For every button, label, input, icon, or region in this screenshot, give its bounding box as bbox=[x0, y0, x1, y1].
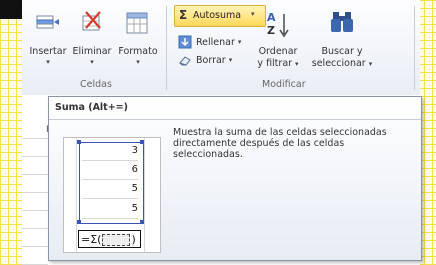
tooltip-title: Suma (Alt+=) bbox=[55, 102, 128, 113]
clear-button[interactable]: Borrar ▾ bbox=[178, 52, 232, 68]
svg-text:Z: Z bbox=[267, 24, 275, 37]
group-separator bbox=[166, 6, 167, 90]
delete-cells-label: Eliminar bbox=[72, 46, 112, 57]
find-select-button[interactable]: Buscar y seleccionar ▾ bbox=[308, 0, 376, 76]
sigma-icon: Σ bbox=[179, 8, 188, 22]
selection-handle bbox=[140, 140, 144, 144]
sort-filter-button[interactable]: A Z Ordenar y filtrar ▾ bbox=[254, 0, 302, 76]
autosum-button[interactable]: Σ Autosuma ▾ bbox=[174, 5, 266, 27]
delete-dropdown-arrow[interactable]: ▾ bbox=[70, 58, 114, 66]
find-label-line2-wrap: seleccionar ▾ bbox=[304, 58, 380, 70]
preview-cell-value: 5 bbox=[82, 200, 138, 219]
tooltip-preview: 3 6 5 5 =Σ() bbox=[63, 137, 161, 253]
format-dropdown-arrow[interactable]: ▾ bbox=[116, 58, 160, 66]
selection-handle bbox=[140, 220, 144, 224]
delete-cells-icon bbox=[82, 11, 101, 31]
autosum-label: Autosuma bbox=[193, 10, 242, 21]
svg-text:A: A bbox=[267, 11, 276, 24]
preview-formula-cell: =Σ() bbox=[78, 230, 141, 248]
fill-button[interactable]: Rellenar ▾ bbox=[178, 34, 241, 50]
screen-edge-lower bbox=[0, 9, 22, 19]
preview-column-line-right bbox=[144, 138, 145, 252]
fill-dropdown-arrow[interactable]: ▾ bbox=[238, 38, 242, 46]
formula-prefix: =Σ( bbox=[81, 233, 102, 246]
preview-column-line bbox=[76, 138, 77, 252]
preview-cell-value: 3 bbox=[82, 142, 138, 161]
tooltip-description: Muestra la suma de las celdas selecciona… bbox=[173, 127, 387, 160]
group-separator-right bbox=[414, 6, 415, 90]
sort-label-line1: Ordenar bbox=[258, 46, 298, 57]
modify-group-label: Modificar bbox=[262, 79, 306, 90]
worksheet-grid bbox=[22, 124, 48, 265]
insert-dropdown-arrow[interactable]: ▾ bbox=[26, 58, 70, 66]
formula-suffix: ) bbox=[131, 233, 136, 246]
autosum-tooltip: Suma (Alt+=) Muestra la suma de las celd… bbox=[48, 96, 422, 261]
range-placeholder bbox=[102, 234, 131, 246]
preview-cell-value: 6 bbox=[82, 161, 138, 180]
ribbon: Insertar ▾ Eliminar ▾ Formato ▾ Celdas Σ… bbox=[22, 0, 420, 96]
clear-dropdown-arrow[interactable]: ▾ bbox=[229, 56, 233, 64]
clear-label: Borrar bbox=[196, 54, 226, 66]
format-cells-icon bbox=[126, 12, 148, 34]
selection-handle bbox=[77, 220, 81, 224]
binoculars-icon bbox=[331, 12, 353, 32]
find-dropdown-arrow[interactable]: ▾ bbox=[369, 60, 373, 68]
insert-cells-label: Insertar bbox=[29, 46, 67, 57]
tooltip-divider bbox=[49, 119, 421, 120]
sort-az-icon: A Z bbox=[267, 11, 289, 38]
preview-cell-value: 5 bbox=[82, 180, 138, 199]
sort-label-line2-wrap: y filtrar ▾ bbox=[248, 58, 308, 70]
sort-dropdown-arrow[interactable]: ▾ bbox=[295, 60, 299, 68]
cells-group-label: Celdas bbox=[80, 79, 112, 90]
selection-handle bbox=[77, 140, 81, 144]
fill-down-icon bbox=[178, 35, 192, 49]
eraser-icon bbox=[179, 56, 191, 66]
find-label-line1: Buscar y bbox=[321, 46, 363, 57]
fill-label: Rellenar bbox=[196, 36, 235, 48]
insert-cells-icon bbox=[36, 15, 59, 29]
find-label-line2: seleccionar bbox=[311, 58, 366, 69]
format-cells-label: Formato bbox=[118, 46, 158, 57]
sort-label-line2: y filtrar bbox=[257, 58, 293, 69]
